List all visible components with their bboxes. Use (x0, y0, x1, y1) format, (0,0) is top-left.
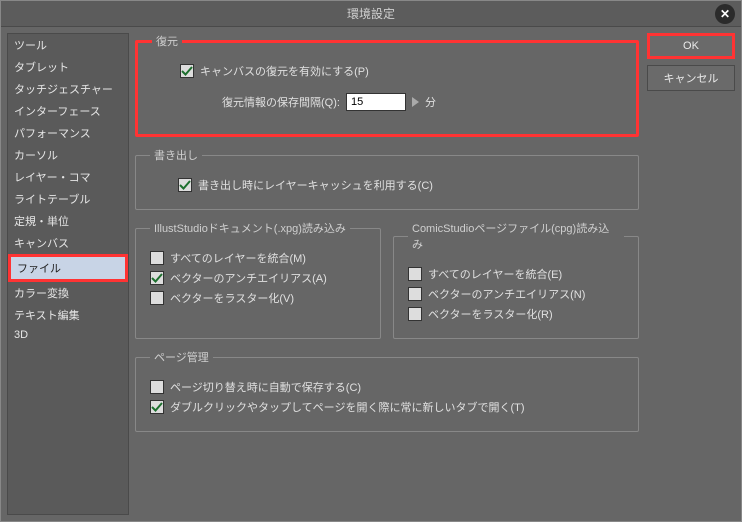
preferences-dialog: 環境設定 ✕ ツール タブレット タッチジェスチャー インターフェース パフォー… (0, 0, 742, 522)
comic-merge-checkbox[interactable] (408, 267, 422, 281)
sidebar-item-performance[interactable]: パフォーマンス (8, 122, 128, 144)
check-icon (151, 401, 163, 413)
page-newtab-label: ダブルクリックやタップしてページを開く際に常に新しいタブで開く(T) (170, 399, 525, 415)
comic-merge-label: すべてのレイヤーを統合(E) (428, 266, 562, 282)
comic-vector-aa-checkbox[interactable] (408, 287, 422, 301)
comicstudio-legend: ComicStudioページファイル(cpg)読み込み (408, 220, 624, 252)
page-management-group: ページ管理 ページ切り替え時に自動で保存する(C) ダブルクリックやタップしてペ… (135, 349, 639, 432)
illust-vector-aa-checkbox[interactable] (150, 271, 164, 285)
export-cache-label: 書き出し時にレイヤーキャッシュを利用する(C) (198, 177, 433, 193)
check-icon (179, 179, 191, 191)
enable-restore-checkbox[interactable] (180, 64, 194, 78)
restore-interval-label: 復元情報の保存間隔(Q): (222, 94, 340, 110)
enable-restore-label: キャンバスの復元を有効にする(P) (200, 63, 369, 79)
check-icon (181, 65, 193, 77)
page-autosave-checkbox[interactable] (150, 380, 164, 394)
page-newtab-checkbox[interactable] (150, 400, 164, 414)
sidebar-item-touch-gesture[interactable]: タッチジェスチャー (8, 78, 128, 100)
sidebar-item-color-convert[interactable]: カラー変換 (8, 282, 128, 304)
sidebar-item-file[interactable]: ファイル (8, 254, 128, 282)
check-icon (151, 272, 163, 284)
comic-vector-raster-checkbox[interactable] (408, 307, 422, 321)
illuststudio-group: IllustStudioドキュメント(.xpg)読み込み すべてのレイヤーを統合… (135, 220, 381, 339)
sidebar-item-ruler-unit[interactable]: 定規・単位 (8, 210, 128, 232)
close-icon: ✕ (720, 1, 730, 27)
close-button[interactable]: ✕ (715, 4, 735, 24)
restore-interval-unit: 分 (425, 94, 436, 110)
sidebar-item-text-edit[interactable]: テキスト編集 (8, 304, 128, 326)
illust-vector-aa-label: ベクターのアンチエイリアス(A) (170, 270, 327, 286)
illust-vector-raster-checkbox[interactable] (150, 291, 164, 305)
page-legend: ページ管理 (150, 349, 213, 365)
page-autosave-label: ページ切り替え時に自動で保存する(C) (170, 379, 361, 395)
sidebar-item-3d[interactable]: 3D (8, 326, 128, 344)
restore-legend: 復元 (152, 33, 182, 49)
sidebar-item-tool[interactable]: ツール (8, 34, 128, 56)
sidebar-item-cursor[interactable]: カーソル (8, 144, 128, 166)
sidebar-item-light-table[interactable]: ライトテーブル (8, 188, 128, 210)
illust-merge-label: すべてのレイヤーを統合(M) (170, 250, 306, 266)
main-panel: OK キャンセル 復元 キャンバスの復元を有効にする(P) 復元情報の保存間隔(… (135, 33, 735, 515)
sidebar-item-tablet[interactable]: タブレット (8, 56, 128, 78)
titlebar: 環境設定 ✕ (1, 1, 741, 27)
sidebar-item-canvas[interactable]: キャンバス (8, 232, 128, 254)
export-group: 書き出し 書き出し時にレイヤーキャッシュを利用する(C) (135, 147, 639, 210)
comicstudio-group: ComicStudioページファイル(cpg)読み込み すべてのレイヤーを統合(… (393, 220, 639, 339)
illust-merge-checkbox[interactable] (150, 251, 164, 265)
illust-vector-raster-label: ベクターをラスター化(V) (170, 290, 294, 306)
illuststudio-legend: IllustStudioドキュメント(.xpg)読み込み (150, 220, 350, 236)
category-sidebar: ツール タブレット タッチジェスチャー インターフェース パフォーマンス カーソ… (7, 33, 129, 515)
comic-vector-raster-label: ベクターをラスター化(R) (428, 306, 553, 322)
interval-stepper-icon[interactable] (412, 97, 419, 107)
restore-group: 復元 キャンバスの復元を有効にする(P) 復元情報の保存間隔(Q): 分 (135, 33, 639, 137)
export-cache-checkbox[interactable] (178, 178, 192, 192)
sidebar-item-layer-panel[interactable]: レイヤー・コマ (8, 166, 128, 188)
dialog-title: 環境設定 (347, 7, 395, 21)
sidebar-item-interface[interactable]: インターフェース (8, 100, 128, 122)
ok-button[interactable]: OK (647, 33, 735, 59)
comic-vector-aa-label: ベクターのアンチエイリアス(N) (428, 286, 585, 302)
export-legend: 書き出し (150, 147, 202, 163)
restore-interval-input[interactable] (346, 93, 406, 111)
cancel-button[interactable]: キャンセル (647, 65, 735, 91)
